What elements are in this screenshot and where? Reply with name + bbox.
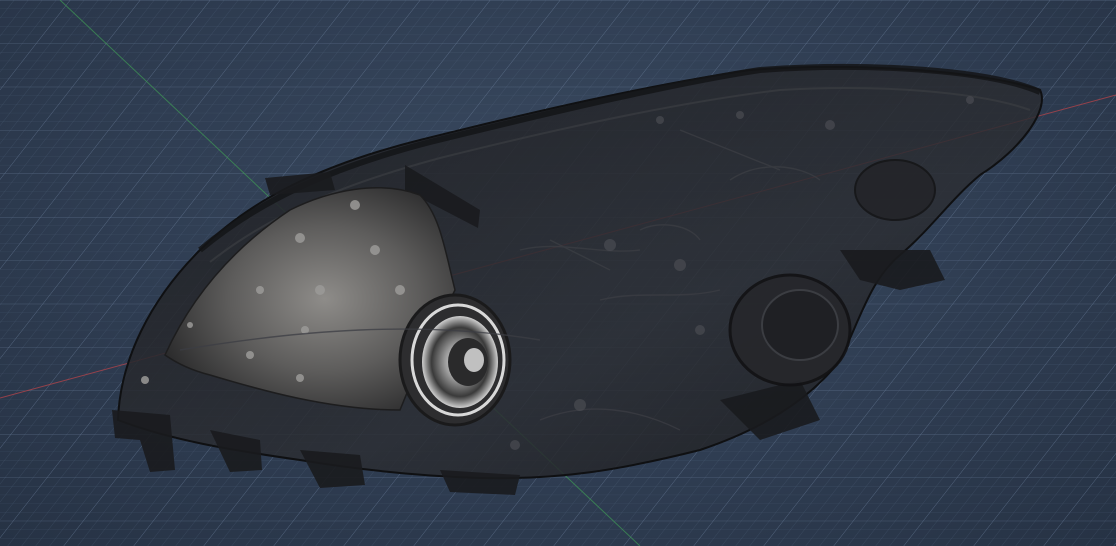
3d-viewport[interactable]	[0, 0, 1116, 546]
bulb-socket[interactable]	[398, 293, 512, 427]
scene-canvas[interactable]	[0, 0, 1116, 546]
